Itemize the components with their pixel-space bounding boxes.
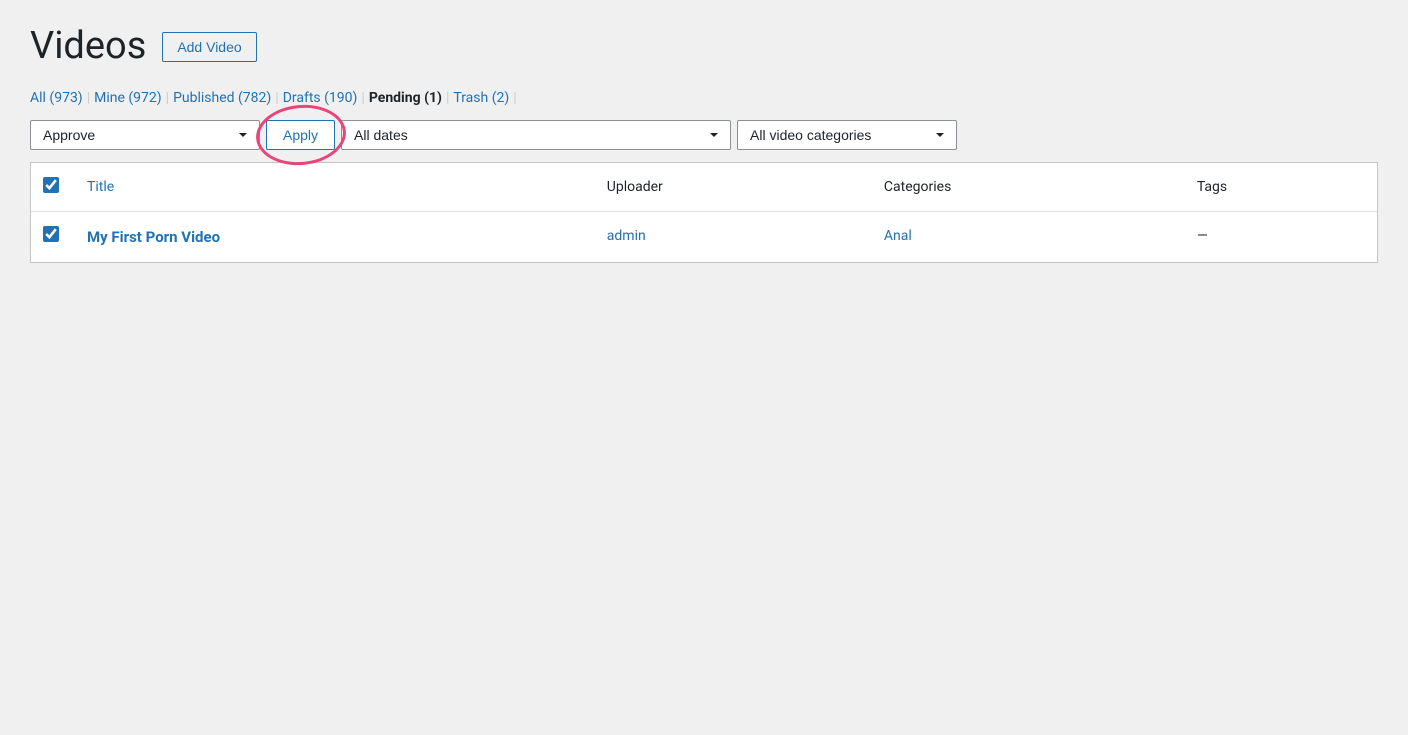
sep-1: | [87, 90, 90, 106]
col-header-uploader: Uploader [591, 163, 868, 212]
sep-6: | [513, 90, 516, 106]
video-categories[interactable]: Anal [868, 211, 1181, 262]
sep-4: | [361, 90, 364, 106]
toolbar: Approve Delete Edit Apply All dates All … [30, 120, 1378, 150]
page-title: Videos [30, 24, 146, 70]
filter-mine[interactable]: Mine (972) [94, 90, 162, 106]
filter-drafts[interactable]: Drafts (190) [283, 90, 358, 106]
dates-select[interactable]: All dates [341, 120, 731, 150]
sep-2: | [166, 90, 169, 106]
row-checkbox-cell [31, 211, 71, 262]
row-checkbox[interactable] [43, 226, 59, 242]
filter-trash[interactable]: Trash (2) [453, 90, 509, 106]
filter-pending[interactable]: Pending (1) [369, 90, 442, 106]
videos-table-container: Title Uploader Categories Tags My First … [30, 162, 1378, 263]
video-tags: — [1181, 211, 1377, 262]
page-header: Videos Add Video [30, 24, 1378, 70]
col-header-title[interactable]: Title [71, 163, 591, 212]
bulk-action-select[interactable]: Approve Delete Edit [30, 120, 260, 150]
select-all-checkbox[interactable] [43, 177, 59, 193]
table-header-row: Title Uploader Categories Tags [31, 163, 1377, 212]
select-all-cell [31, 163, 71, 212]
sep-3: | [275, 90, 278, 106]
filter-published[interactable]: Published (782) [173, 90, 271, 106]
video-uploader[interactable]: admin [591, 211, 868, 262]
add-video-button[interactable]: Add Video [162, 32, 256, 62]
apply-button-wrapper: Apply [266, 120, 335, 150]
video-title[interactable]: My First Porn Video [71, 211, 591, 262]
table-row: My First Porn Video admin Anal — [31, 211, 1377, 262]
videos-table: Title Uploader Categories Tags My First … [31, 163, 1377, 262]
filter-links-bar: All (973) | Mine (972) | Published (782)… [30, 90, 1378, 106]
col-header-categories: Categories [868, 163, 1181, 212]
col-header-tags: Tags [1181, 163, 1377, 212]
categories-select[interactable]: All video categories [737, 120, 957, 150]
filter-all[interactable]: All (973) [30, 90, 83, 106]
sep-5: | [446, 90, 449, 106]
apply-button[interactable]: Apply [266, 120, 335, 150]
